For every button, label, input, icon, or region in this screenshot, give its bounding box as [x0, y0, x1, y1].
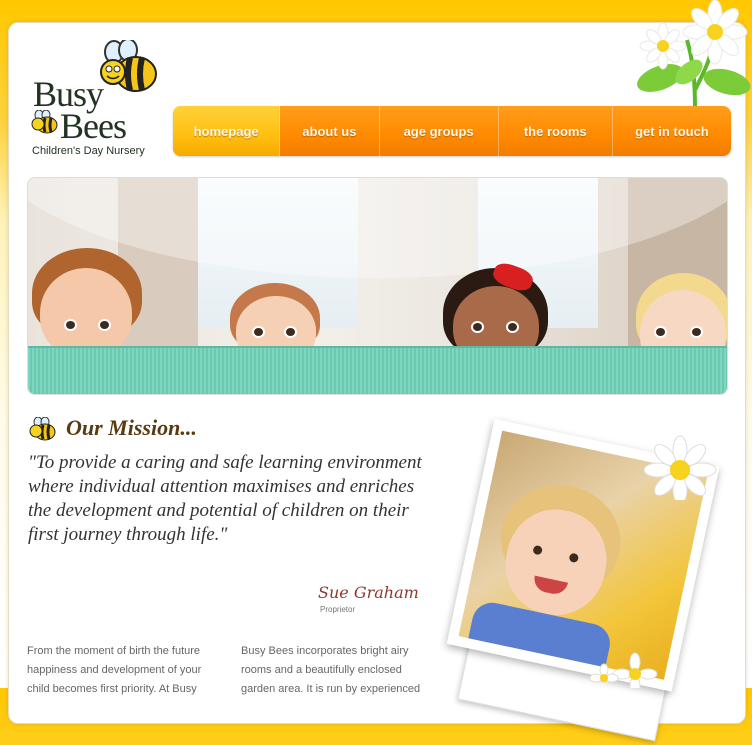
nav-the-rooms[interactable]: the rooms [499, 106, 613, 156]
logo-name-line2: Bees [60, 106, 127, 146]
signature-role: Proprietor [320, 605, 356, 614]
mission-heading: Our Mission... [66, 415, 197, 440]
signature: Sue Graham [318, 583, 419, 602]
nav-get-in-touch[interactable]: get in touch [613, 106, 731, 156]
mission-quote: "To provide a caring and safe learning e… [28, 452, 422, 545]
nav-age-groups[interactable]: age groups [380, 106, 499, 156]
bee-logo-icon [100, 40, 157, 92]
intro-text-left: From the moment of birth the future happ… [27, 645, 202, 695]
intro-text-right: Busy Bees incorporates bright airy rooms… [241, 645, 421, 695]
daisy-icon [644, 435, 717, 500]
logo-tagline: Children's Day Nursery [32, 145, 145, 157]
hero-banner-image [27, 177, 728, 395]
main-nav: homepage about us age groups the rooms g… [173, 106, 731, 156]
daisy-small-icon [590, 652, 658, 688]
flower-decoration [637, 0, 751, 110]
small-bee-icon [31, 110, 58, 134]
nav-about-us[interactable]: about us [280, 106, 380, 156]
bee-icon [29, 417, 56, 441]
nav-homepage[interactable]: homepage [173, 106, 281, 156]
